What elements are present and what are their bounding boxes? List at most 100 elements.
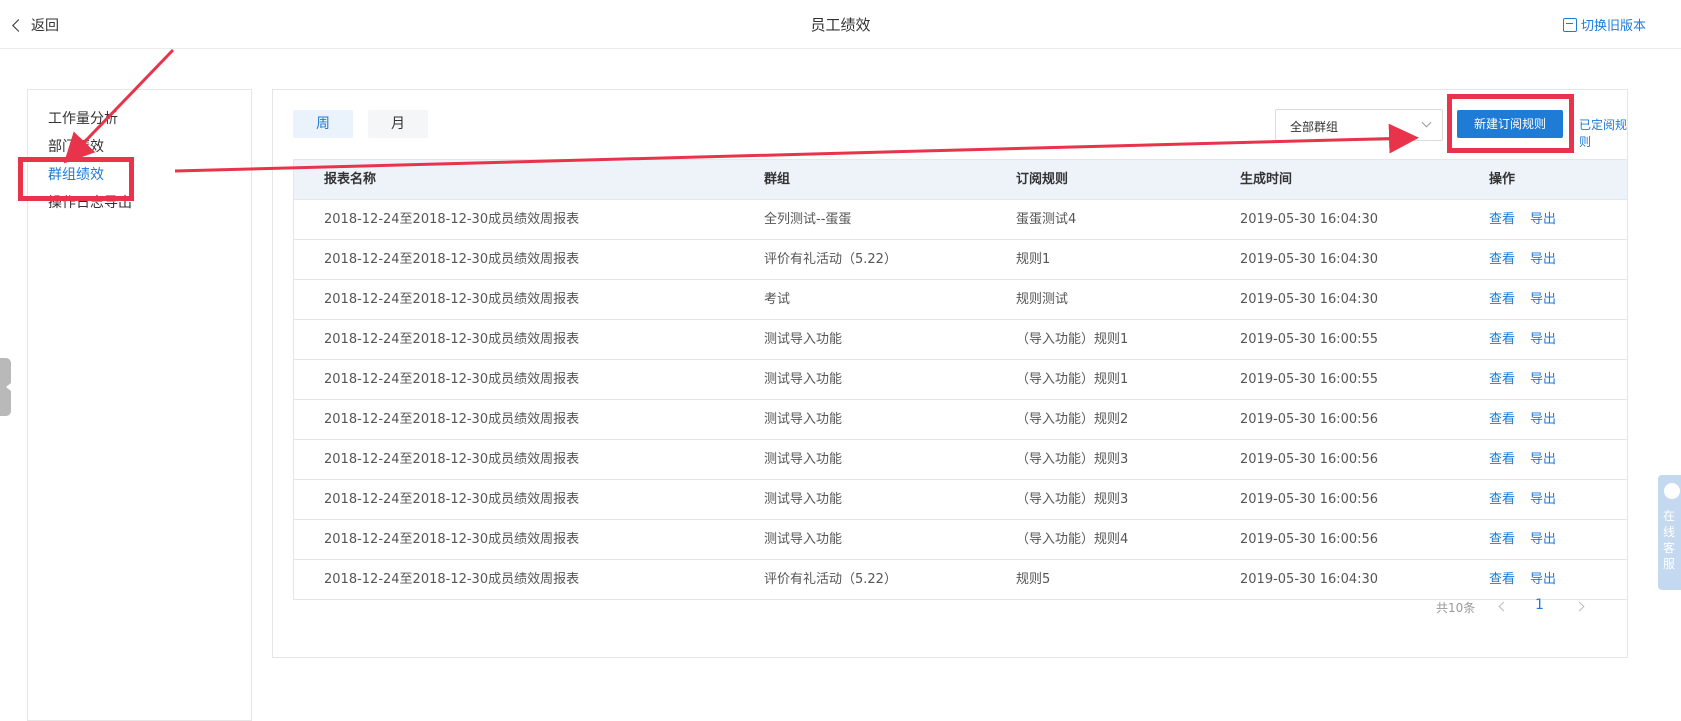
group-select-value: 全部群组 — [1290, 120, 1339, 134]
time-cell: 2019-05-30 16:00:56 — [1240, 452, 1379, 467]
table-row: 2018-12-24至2018-12-30成员绩效周报表 测试导入功能 （导入功能）… — [294, 480, 1627, 520]
column-header: 生成时间 — [1240, 172, 1293, 187]
column-header: 报表名称 — [324, 172, 377, 187]
switch-label: 切换旧版本 — [1580, 19, 1646, 34]
view-link[interactable]: 查看 — [1489, 200, 1515, 239]
report-name-cell: 2018-12-24至2018-12-30成员绩效周报表 — [324, 372, 580, 387]
group-cell: 评价有礼活动（5.22） — [764, 252, 897, 267]
pagination: 共10条 1 — [1436, 597, 1616, 617]
export-link[interactable]: 导出 — [1530, 200, 1556, 239]
report-name-cell: 2018-12-24至2018-12-30成员绩效周报表 — [324, 252, 580, 267]
group-cell: 测试导入功能 — [764, 492, 843, 507]
rule-cell: （导入功能）规则3 — [1016, 452, 1129, 467]
export-link[interactable]: 导出 — [1530, 400, 1556, 439]
time-cell: 2019-05-30 16:00:56 — [1240, 532, 1379, 547]
time-cell: 2019-05-30 16:04:30 — [1240, 572, 1379, 587]
view-link[interactable]: 查看 — [1489, 480, 1515, 519]
table-row: 2018-12-24至2018-12-30成员绩效周报表 测试导入功能 （导入功能）… — [294, 400, 1627, 440]
rule-cell: 规则1 — [1016, 252, 1051, 267]
table-row: 2018-12-24至2018-12-30成员绩效周报表 测试导入功能 （导入功能）… — [294, 360, 1627, 400]
group-cell: 测试导入功能 — [764, 452, 843, 467]
collapse-sidebar-handle[interactable] — [0, 358, 11, 416]
prev-page-icon[interactable] — [1498, 601, 1509, 612]
report-name-cell: 2018-12-24至2018-12-30成员绩效周报表 — [324, 532, 580, 547]
page-title: 员工绩效 — [810, 16, 871, 34]
export-link[interactable]: 导出 — [1530, 360, 1556, 399]
time-cell: 2019-05-30 16:04:30 — [1240, 292, 1379, 307]
column-header: 群组 — [764, 172, 791, 187]
report-name-cell: 2018-12-24至2018-12-30成员绩效周报表 — [324, 212, 580, 227]
view-link[interactable]: 查看 — [1489, 320, 1515, 359]
rule-cell: （导入功能）规则3 — [1016, 492, 1129, 507]
view-link[interactable]: 查看 — [1489, 560, 1515, 599]
view-link[interactable]: 查看 — [1489, 440, 1515, 479]
rule-cell: （导入功能）规则1 — [1016, 372, 1129, 387]
sidebar-item-workload[interactable]: 工作量分析 — [48, 108, 118, 128]
table-row: 2018-12-24至2018-12-30成员绩效周报表 测试导入功能 （导入功能）… — [294, 320, 1627, 360]
time-cell: 2019-05-30 16:00:56 — [1240, 412, 1379, 427]
rule-cell: 规则5 — [1016, 572, 1051, 587]
export-link[interactable]: 导出 — [1530, 240, 1556, 279]
table-header: 报表名称 群组 订阅规则 生成时间 操作 — [294, 160, 1627, 200]
table-row: 2018-12-24至2018-12-30成员绩效周报表 全列测试--蛋蛋 蛋蛋测试… — [294, 200, 1627, 240]
rule-cell: （导入功能）规则4 — [1016, 532, 1129, 547]
view-link[interactable]: 查看 — [1489, 240, 1515, 279]
group-cell: 测试导入功能 — [764, 532, 843, 547]
report-name-cell: 2018-12-24至2018-12-30成员绩效周报表 — [324, 452, 580, 467]
group-cell: 考试 — [764, 292, 791, 307]
group-cell: 测试导入功能 — [764, 332, 843, 347]
new-subscription-rule-button[interactable]: 新建订阅规则 — [1457, 110, 1563, 138]
table-row: 2018-12-24至2018-12-30成员绩效周报表 测试导入功能 （导入功能）… — [294, 440, 1627, 480]
rule-cell: 规则测试 — [1016, 292, 1069, 307]
sidebar: 工作量分析 部门绩效 群组绩效 操作日志导出 — [27, 89, 252, 721]
column-header: 订阅规则 — [1016, 172, 1069, 187]
report-table: 报表名称 群组 订阅规则 生成时间 操作 2018-12-24至2018-12-… — [293, 159, 1628, 600]
rule-cell: （导入功能）规则1 — [1016, 332, 1129, 347]
group-cell: 测试导入功能 — [764, 372, 843, 387]
chat-bubble-icon — [1664, 483, 1680, 499]
report-name-cell: 2018-12-24至2018-12-30成员绩效周报表 — [324, 332, 580, 347]
main-panel: 周 月 全部群组 新建订阅规则 已定阅规则 报表名称 群组 订阅规则 生成时间 … — [272, 89, 1628, 658]
export-link[interactable]: 导出 — [1530, 320, 1556, 359]
report-name-cell: 2018-12-24至2018-12-30成员绩效周报表 — [324, 492, 580, 507]
export-link[interactable]: 导出 — [1530, 480, 1556, 519]
next-page-icon[interactable] — [1574, 601, 1585, 612]
table-row: 2018-12-24至2018-12-30成员绩效周报表 考试 规则测试 2019-0… — [294, 280, 1627, 320]
time-cell: 2019-05-30 16:00:55 — [1240, 372, 1379, 387]
subscribed-rules-link[interactable]: 已定阅规则 — [1579, 116, 1627, 150]
view-link[interactable]: 查看 — [1489, 280, 1515, 319]
time-cell: 2019-05-30 16:00:56 — [1240, 492, 1379, 507]
report-name-cell: 2018-12-24至2018-12-30成员绩效周报表 — [324, 412, 580, 427]
online-service-tab[interactable]: 在线客服 — [1658, 475, 1681, 590]
tab-week[interactable]: 周 — [293, 110, 353, 138]
sidebar-item-log-export[interactable]: 操作日志导出 — [48, 192, 132, 212]
report-name-cell: 2018-12-24至2018-12-30成员绩效周报表 — [324, 572, 580, 587]
sidebar-item-department[interactable]: 部门绩效 — [48, 136, 104, 156]
top-bar: 返回 员工绩效 切换旧版本 — [0, 0, 1681, 49]
time-cell: 2019-05-30 16:00:55 — [1240, 332, 1379, 347]
pagination-total: 共10条 — [1436, 601, 1476, 615]
export-link[interactable]: 导出 — [1530, 440, 1556, 479]
sidebar-item-group[interactable]: 群组绩效 — [48, 164, 104, 184]
switch-icon — [1562, 17, 1577, 32]
group-select[interactable]: 全部群组 — [1275, 109, 1443, 141]
column-header: 操作 — [1489, 172, 1516, 187]
export-link[interactable]: 导出 — [1530, 520, 1556, 559]
view-link[interactable]: 查看 — [1489, 360, 1515, 399]
page-number[interactable]: 1 — [1535, 597, 1544, 613]
table-body: 2018-12-24至2018-12-30成员绩效周报表 全列测试--蛋蛋 蛋蛋测试… — [294, 200, 1627, 600]
table-row: 2018-12-24至2018-12-30成员绩效周报表 评价有礼活动（5.22）… — [294, 240, 1627, 280]
export-link[interactable]: 导出 — [1530, 280, 1556, 319]
group-cell: 全列测试--蛋蛋 — [764, 212, 852, 227]
view-link[interactable]: 查看 — [1489, 400, 1515, 439]
time-cell: 2019-05-30 16:04:30 — [1240, 212, 1379, 227]
group-cell: 评价有礼活动（5.22） — [764, 572, 897, 587]
rule-cell: 蛋蛋测试4 — [1016, 212, 1077, 227]
group-cell: 测试导入功能 — [764, 412, 843, 427]
switch-old-version-link[interactable]: 切换旧版本 — [1562, 15, 1646, 34]
export-link[interactable]: 导出 — [1530, 560, 1556, 599]
online-service-label: 在线客服 — [1663, 509, 1676, 571]
tab-month[interactable]: 月 — [368, 110, 428, 138]
view-link[interactable]: 查看 — [1489, 520, 1515, 559]
table-row: 2018-12-24至2018-12-30成员绩效周报表 评价有礼活动（5.22）… — [294, 560, 1627, 600]
